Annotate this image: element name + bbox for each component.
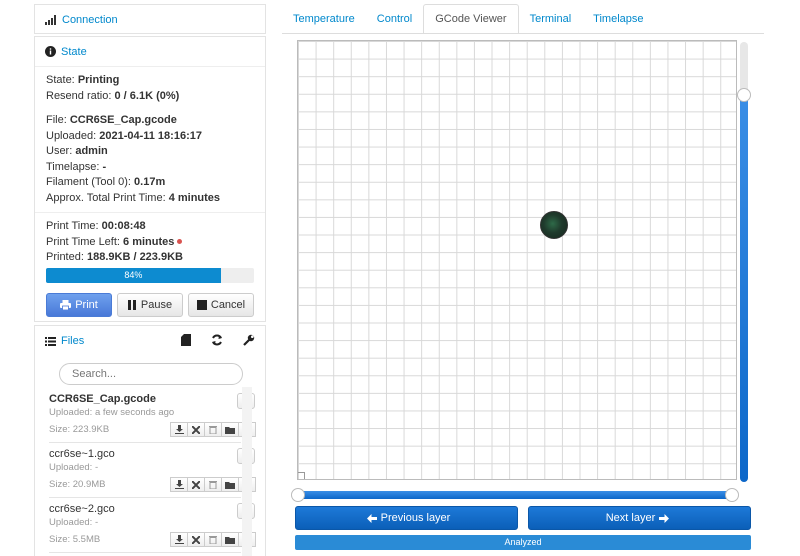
- previous-layer-button[interactable]: Previous layer: [295, 506, 518, 530]
- tab-gcode-viewer[interactable]: GCode Viewer: [423, 4, 519, 34]
- connection-title: Connection: [62, 14, 118, 26]
- progress-fill: 84%: [46, 267, 221, 283]
- user-line: User: admin: [46, 145, 108, 157]
- arrow-right-icon: [659, 513, 670, 523]
- list-icon: [45, 336, 56, 346]
- download-icon[interactable]: [170, 422, 188, 437]
- connection-panel: Connection: [34, 4, 266, 34]
- timelapse-line: Timelapse: -: [46, 160, 107, 173]
- gcode-viewer-canvas[interactable]: [297, 40, 737, 480]
- files-title: Files: [61, 335, 85, 347]
- files-panel: Files CCR6SE_Cap.gcode Uploaded: a few s…: [34, 325, 266, 556]
- signal-icon: [45, 15, 57, 25]
- uploaded-line: Uploaded: 2021-04-11 18:16:17: [46, 129, 202, 142]
- analysis-status-bar: Analyzed: [295, 535, 751, 550]
- state-line: State: Printing: [46, 74, 120, 86]
- refresh-icon[interactable]: [211, 334, 223, 349]
- time-left-line: Print Time Left: 6 minutes: [46, 235, 254, 251]
- layer-slider[interactable]: [737, 42, 751, 482]
- file-item[interactable]: ccr6se~1.gco Uploaded: - Size: 20.9MB: [49, 443, 256, 498]
- folder-icon[interactable]: [221, 422, 239, 437]
- file-item[interactable]: CCR6SE_Cap.gcode Uploaded: a few seconds…: [49, 388, 256, 443]
- state-title: State: [61, 45, 87, 58]
- command-slider-fill: [297, 491, 732, 499]
- file-item[interactable]: ccr6se~2.gco Uploaded: - Size: 5.5MB: [49, 498, 256, 553]
- print-time-line: Print Time: 00:08:48: [46, 220, 146, 232]
- pause-button[interactable]: Pause: [117, 293, 183, 317]
- next-layer-button[interactable]: Next layer: [528, 506, 751, 530]
- files-toolbar: [181, 334, 255, 349]
- trash-icon[interactable]: [204, 532, 222, 547]
- printer-icon: [60, 300, 72, 310]
- layer-slider-fill: [740, 94, 748, 482]
- wrench-icon[interactable]: [243, 334, 255, 349]
- file-search-input[interactable]: [59, 363, 243, 385]
- state-header[interactable]: State: [35, 37, 265, 67]
- command-slider-end-handle[interactable]: [725, 488, 739, 502]
- arrow-left-icon: [366, 513, 377, 523]
- connection-header[interactable]: Connection: [35, 5, 265, 35]
- tab-timelapse[interactable]: Timelapse: [582, 4, 654, 34]
- stop-icon: [196, 300, 207, 310]
- tab-control[interactable]: Control: [366, 4, 423, 34]
- file-list: CCR6SE_Cap.gcode Uploaded: a few seconds…: [49, 388, 256, 553]
- pause-icon: [127, 300, 137, 310]
- info-circle-icon: [45, 46, 56, 57]
- trash-icon[interactable]: [204, 477, 222, 492]
- approx-time-line: Approx. Total Print Time: 4 minutes: [46, 191, 221, 204]
- download-icon[interactable]: [170, 477, 188, 492]
- tab-terminal[interactable]: Terminal: [519, 4, 583, 34]
- command-slider[interactable]: [291, 488, 739, 502]
- filament-line: Filament (Tool 0): 0.17m: [46, 176, 166, 188]
- folder-icon[interactable]: [221, 477, 239, 492]
- delete-icon[interactable]: [187, 477, 205, 492]
- cancel-button[interactable]: Cancel: [188, 293, 254, 317]
- sd-card-icon[interactable]: [181, 334, 191, 349]
- main-tabs: Temperature Control GCode Viewer Termina…: [282, 4, 764, 34]
- file-list-scrollbar[interactable]: [242, 387, 252, 556]
- print-progress-bar: 84%: [46, 267, 254, 283]
- origin-marker: [298, 472, 305, 479]
- state-body: State: Printing Resend ratio: 0 / 6.1K (…: [35, 67, 265, 283]
- trash-icon[interactable]: [204, 422, 222, 437]
- download-icon[interactable]: [170, 532, 188, 547]
- print-preview-shape: [540, 211, 568, 239]
- delete-icon[interactable]: [187, 422, 205, 437]
- file-line: File: CCR6SE_Cap.gcode: [46, 114, 177, 126]
- delete-icon[interactable]: [187, 532, 205, 547]
- layer-slider-handle[interactable]: [737, 87, 751, 102]
- tab-divider: [282, 33, 764, 34]
- job-controls: Print Pause Cancel: [46, 293, 254, 317]
- print-button[interactable]: Print: [46, 293, 112, 317]
- resend-line: Resend ratio: 0 / 6.1K (0%): [46, 89, 180, 102]
- command-slider-start-handle[interactable]: [291, 488, 305, 502]
- tab-temperature[interactable]: Temperature: [282, 4, 366, 34]
- printed-line: Printed: 188.9KB / 223.9KB: [46, 251, 183, 263]
- status-dot-icon: [177, 239, 183, 245]
- folder-icon[interactable]: [221, 532, 239, 547]
- state-panel: State State: Printing Resend ratio: 0 / …: [34, 36, 266, 322]
